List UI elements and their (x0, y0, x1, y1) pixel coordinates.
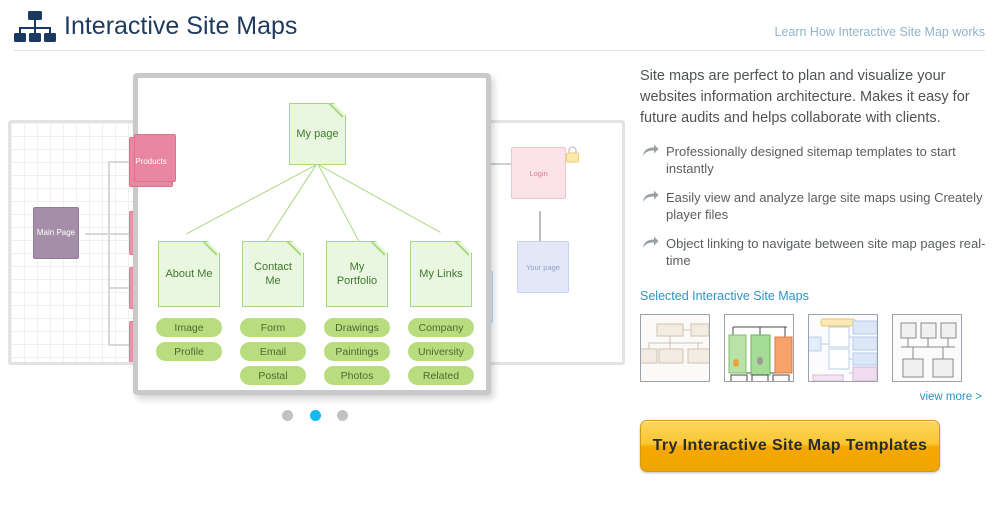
faded-node[interactable]: Login (511, 147, 566, 199)
carousel-dot-1[interactable] (282, 410, 293, 421)
sitemap-node-contact-me[interactable]: Contact Me (242, 241, 304, 307)
curved-arrow-icon (642, 236, 659, 250)
feature-list-item: Professionally designed sitemap template… (640, 143, 988, 177)
pill-label: Related (423, 370, 459, 382)
selected-sitemaps-link[interactable]: Selected Interactive Site Maps (640, 289, 988, 303)
faded-node-label: Your page (526, 263, 560, 272)
sitemap-pill[interactable]: Paintings (324, 342, 390, 361)
feature-text: Easily view and analyze large site maps … (666, 190, 983, 222)
sitemap-pill[interactable]: Image (156, 318, 222, 337)
pill-label: Paintings (335, 346, 378, 358)
node-label: My Portfolio (329, 260, 385, 288)
page-header: Interactive Site Maps Learn How Interact… (0, 0, 999, 52)
thumbnail-green-orange-sitemap[interactable] (724, 314, 794, 382)
faded-node-label: Login (529, 169, 547, 178)
sitemap-carousel[interactable]: Main Page Products Shop Online Blog Abou… (0, 60, 630, 508)
view-more-link[interactable]: view more > (640, 391, 982, 403)
tree-connector (186, 164, 316, 234)
sitemap-pill[interactable]: Email (240, 342, 306, 361)
pill-label: Form (261, 322, 286, 334)
node-label: My Links (419, 267, 462, 281)
side-node[interactable]: Products (129, 137, 173, 187)
side-connector (108, 233, 130, 235)
side-connector (108, 287, 130, 289)
pill-label: Postal (258, 370, 287, 382)
thumbnail-gray-boxes-sitemap[interactable] (892, 314, 962, 382)
sitemap-node-my-portfolio[interactable]: My Portfolio (326, 241, 388, 307)
pill-label: Drawings (335, 322, 379, 334)
side-node-label: Products (135, 157, 167, 167)
sitemap-node-about-me[interactable]: About Me (158, 241, 220, 307)
sitemap-node-root[interactable]: My page (289, 103, 346, 165)
carousel-dots (0, 408, 630, 426)
sitemap-node-my-links[interactable]: My Links (410, 241, 472, 307)
thumbnail-gallery (640, 314, 988, 382)
sitemap-hierarchy-icon (14, 10, 56, 44)
learn-how-link[interactable]: Learn How Interactive Site Map works (774, 25, 985, 39)
sitemap-pill[interactable]: University (408, 342, 474, 361)
sitemap-pill[interactable]: Photos (324, 366, 390, 385)
carousel-dot-3[interactable] (337, 410, 348, 421)
thumbnail-blue-flow-sitemap[interactable] (808, 314, 878, 382)
pill-label: Email (260, 346, 286, 358)
page-fold-edge (328, 103, 346, 121)
page-fold-edge (202, 241, 220, 259)
pill-label: Image (174, 322, 203, 334)
side-connector (108, 161, 130, 163)
sitemap-pill[interactable]: Drawings (324, 318, 390, 337)
sitemap-pill[interactable]: Postal (240, 366, 306, 385)
feature-list-item: Object linking to navigate between site … (640, 235, 988, 269)
side-connector (539, 211, 541, 241)
side-node[interactable]: Main Page (33, 207, 79, 259)
curved-arrow-icon (642, 144, 659, 158)
thumbnail-beige-sitemap[interactable] (640, 314, 710, 382)
page-title: Interactive Site Maps (64, 12, 297, 41)
pill-label: Photos (341, 370, 374, 382)
sitemap-pill[interactable]: Company (408, 318, 474, 337)
try-templates-button[interactable]: Try Interactive Site Map Templates (640, 420, 940, 472)
sitemap-pill[interactable]: Profile (156, 342, 222, 361)
side-connector (85, 233, 109, 235)
feature-text: Object linking to navigate between site … (666, 236, 985, 268)
faded-node[interactable]: Your page (517, 241, 569, 293)
feature-text: Professionally designed sitemap template… (666, 144, 956, 176)
page-fold-edge (286, 241, 304, 259)
description-text: Site maps are perfect to plan and visual… (640, 66, 988, 129)
carousel-dot-2[interactable] (310, 410, 321, 421)
page-root: Interactive Site Maps Learn How Interact… (0, 0, 999, 508)
node-label: My page (296, 127, 338, 141)
page-fold-edge (370, 241, 388, 259)
pill-label: Company (419, 322, 464, 334)
side-connector (108, 344, 130, 346)
feature-list: Professionally designed sitemap template… (640, 143, 988, 269)
lock-icon (565, 145, 578, 160)
info-panel: Site maps are perfect to plan and visual… (640, 66, 988, 472)
pill-label: Profile (174, 346, 204, 358)
side-connector (108, 161, 110, 346)
node-label: About Me (165, 267, 212, 281)
page-fold-edge (454, 241, 472, 259)
sitemap-pill[interactable]: Form (240, 318, 306, 337)
feature-list-item: Easily view and analyze large site maps … (640, 189, 988, 223)
header-divider (14, 50, 985, 51)
curved-arrow-icon (642, 190, 659, 204)
node-label: Contact Me (245, 260, 301, 288)
pill-label: University (418, 346, 464, 358)
side-node-label: Main Page (37, 228, 75, 238)
sitemap-pill[interactable]: Related (408, 366, 474, 385)
carousel-slide-active[interactable]: My page About Me Contact Me My Portfolio (133, 73, 491, 395)
